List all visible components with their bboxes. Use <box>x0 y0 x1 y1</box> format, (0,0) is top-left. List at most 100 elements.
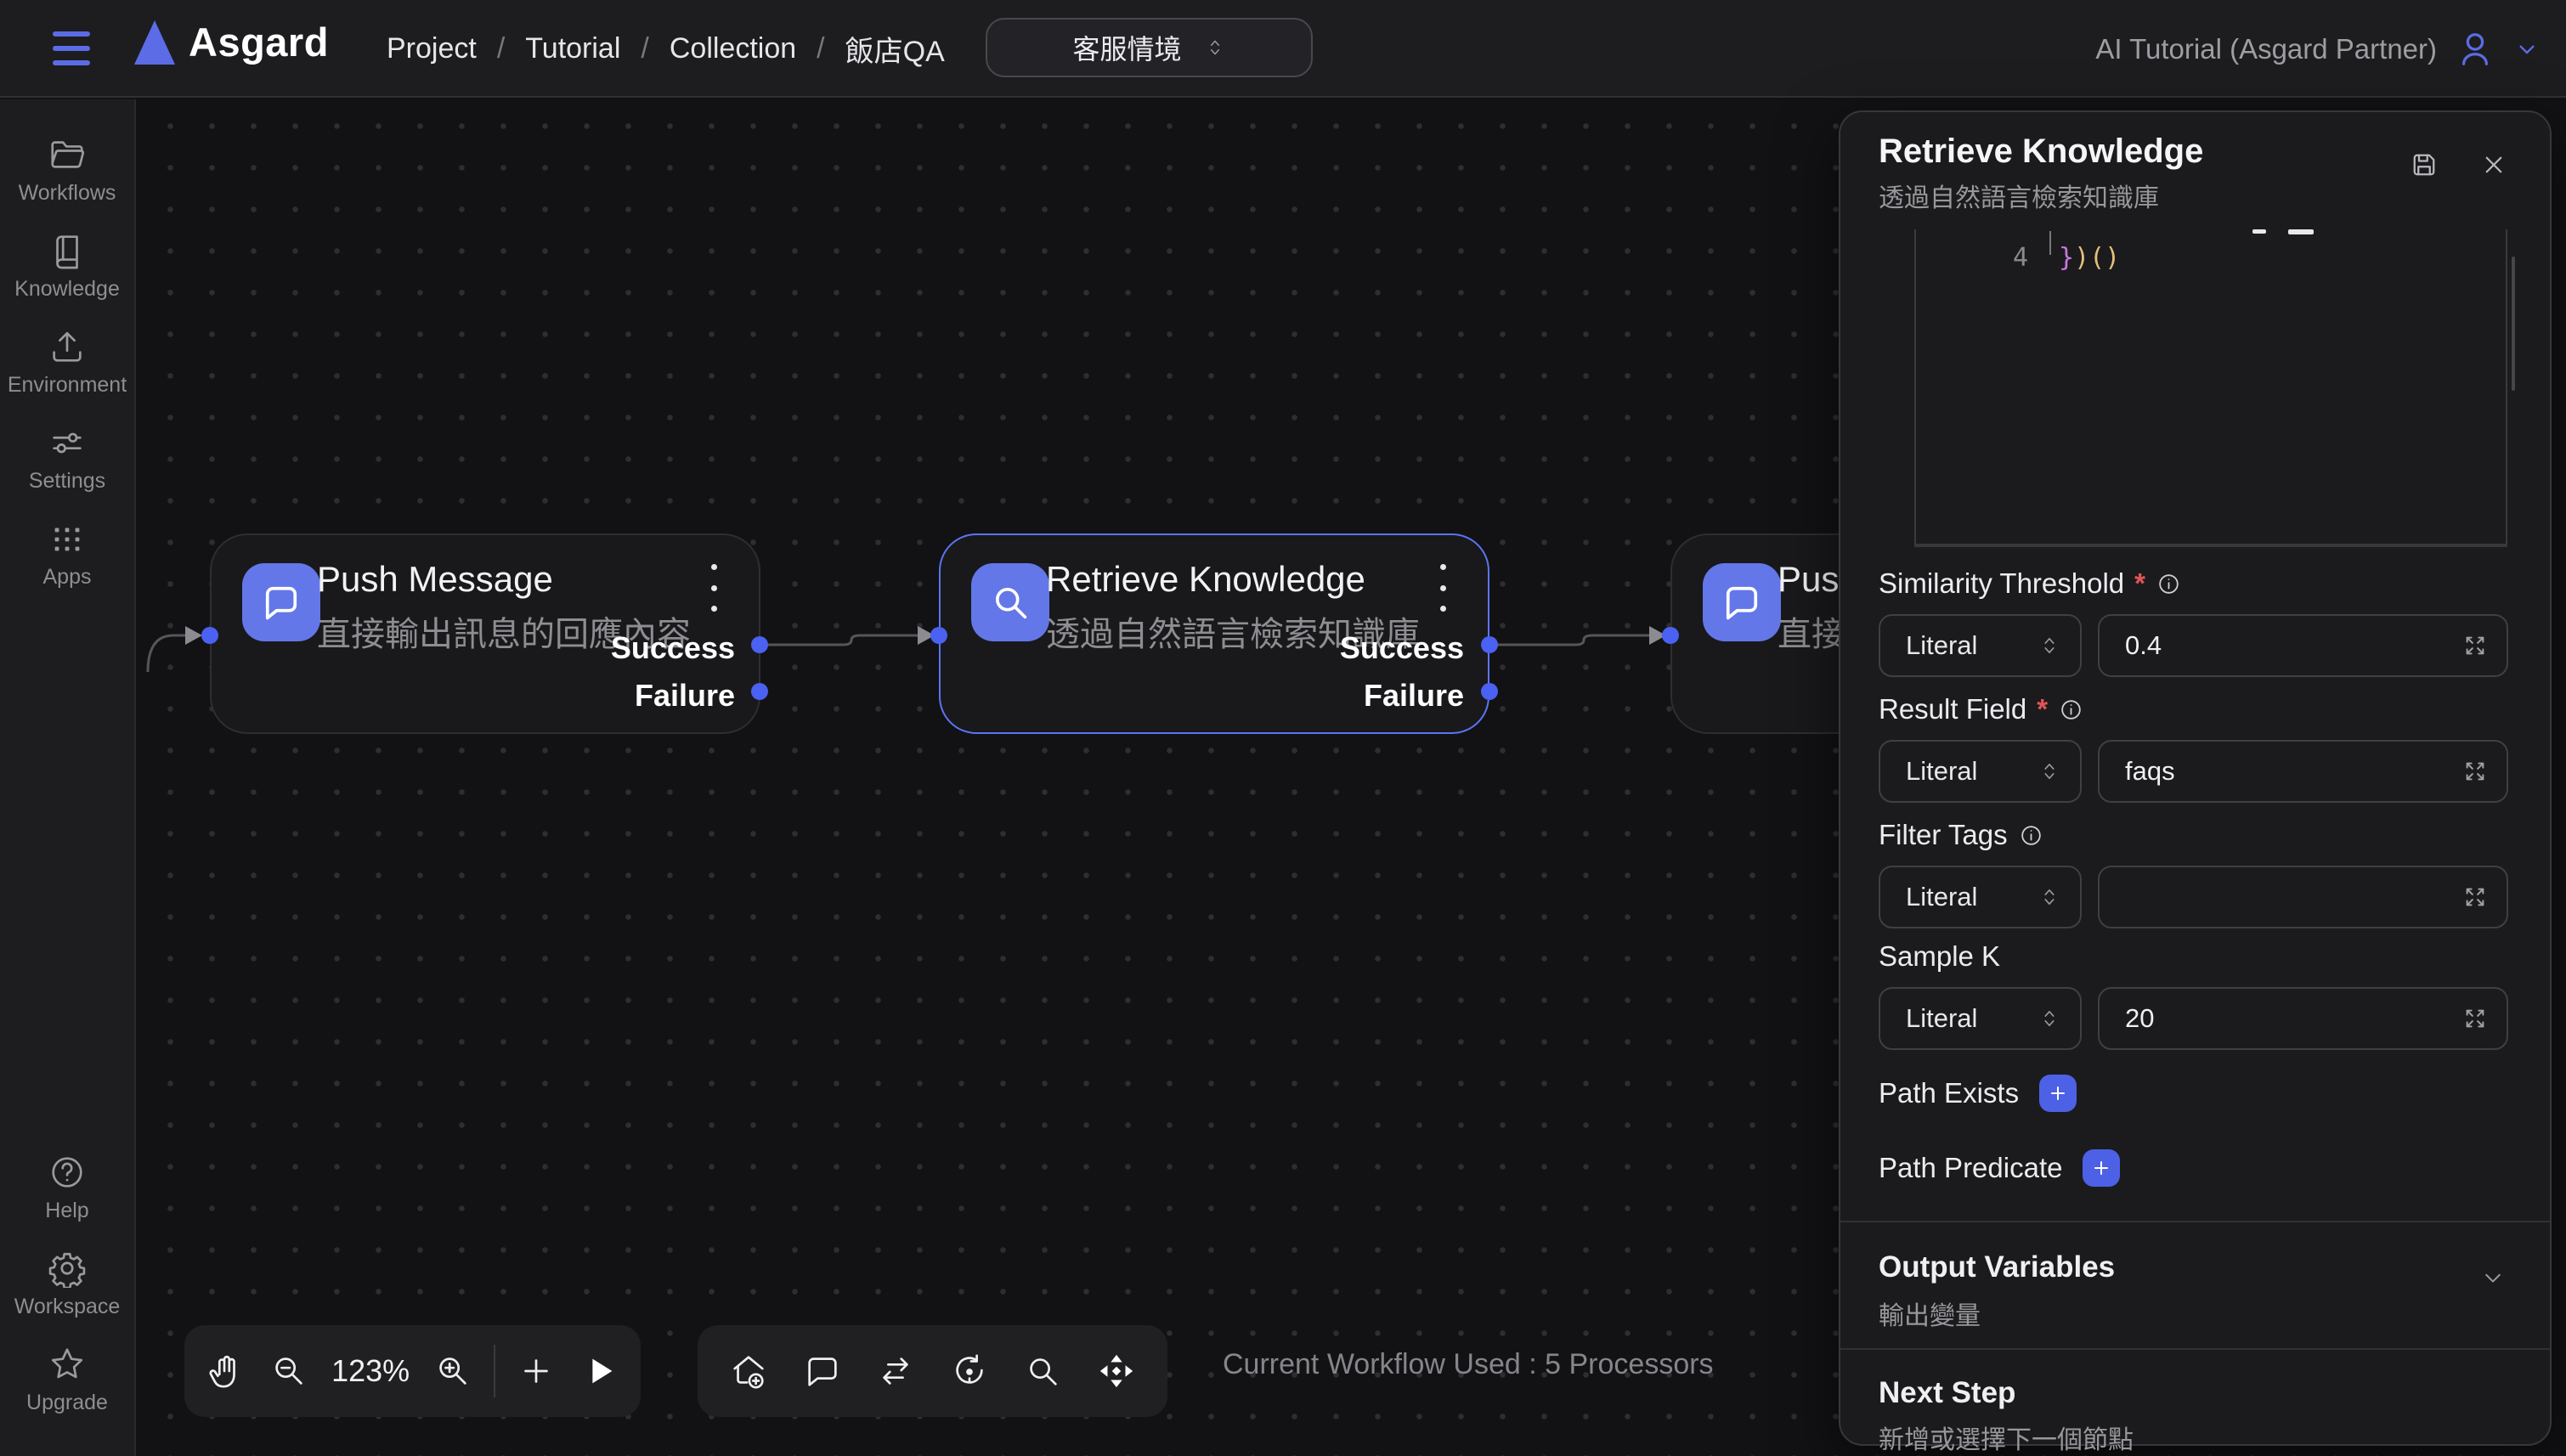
info-icon[interactable] <box>2156 571 2182 597</box>
zoom-in-icon[interactable] <box>431 1349 475 1393</box>
sidebar-label: Workspace <box>14 1295 121 1319</box>
breadcrumb-project[interactable]: Project <box>387 32 477 65</box>
mode-select[interactable]: Literal <box>1879 614 2082 677</box>
mode-select[interactable]: Literal <box>1879 866 2082 928</box>
sidebar-item-help[interactable]: Help <box>0 1153 135 1223</box>
breadcrumb-tutorial[interactable]: Tutorial <box>525 32 620 65</box>
sidebar-item-upgrade[interactable]: Upgrade <box>0 1345 135 1415</box>
user-icon <box>2456 30 2495 69</box>
field-result-field: Result Field * Literal faqs <box>1879 692 2508 803</box>
sidebar-label: Help <box>45 1199 88 1223</box>
restart-idea-icon[interactable] <box>947 1349 992 1393</box>
sidebar-item-environment[interactable]: Environment <box>0 327 135 398</box>
fit-view-icon[interactable] <box>1094 1349 1139 1393</box>
zoom-out-icon[interactable] <box>267 1349 311 1393</box>
chevron-down-icon <box>2513 36 2541 63</box>
breadcrumb-collection[interactable]: Collection <box>670 32 796 65</box>
chevron-down-icon[interactable] <box>2478 1264 2507 1293</box>
run-play-icon[interactable] <box>578 1349 622 1393</box>
comment-icon[interactable] <box>800 1349 845 1393</box>
sidebar-item-settings[interactable]: Settings <box>0 423 135 494</box>
gear-icon <box>48 1249 87 1288</box>
mode-select[interactable]: Literal <box>1879 740 2082 803</box>
node-output-success[interactable]: Success <box>1340 630 1464 666</box>
swap-arrows-icon[interactable] <box>873 1349 918 1393</box>
adder-label: Path Predicate <box>1879 1152 2062 1184</box>
breadcrumb: Project / Tutorial / Collection / 飯店QA <box>387 0 945 98</box>
breadcrumb-separator: / <box>641 32 648 65</box>
canvas-zoom-toolbar: 123% <box>184 1325 641 1417</box>
chevron-updown-icon <box>2038 885 2061 909</box>
environment-select[interactable]: 客服情境 <box>986 18 1313 77</box>
add-path-predicate-button[interactable] <box>2083 1149 2120 1187</box>
value-input[interactable] <box>2098 866 2508 928</box>
value-input[interactable]: faqs <box>2098 740 2508 803</box>
mode-select-value: Literal <box>1906 882 1977 912</box>
sidebar-label: Knowledge <box>14 277 120 302</box>
menu-hamburger-icon[interactable] <box>53 28 93 69</box>
sidebar-item-workspace[interactable]: Workspace <box>0 1249 135 1319</box>
expand-icon[interactable] <box>2462 633 2488 658</box>
panel-divider <box>1840 1221 2550 1222</box>
star-icon <box>48 1345 87 1384</box>
clipped-code-fragment <box>2252 229 2266 234</box>
panel-divider <box>1840 1348 2550 1350</box>
canvas-tools-toolbar <box>698 1325 1167 1417</box>
node-output-failure[interactable]: Failure <box>635 678 735 714</box>
sidebar-item-workflows[interactable]: Workflows <box>0 135 135 206</box>
chat-bubble-icon <box>242 563 320 641</box>
field-label: Sample K <box>1879 940 2000 973</box>
code-scrollbar-thumb[interactable] <box>2512 257 2515 391</box>
field-label: Result Field <box>1879 693 2026 725</box>
output-variables-title: Output Variables <box>1879 1250 2115 1284</box>
save-icon[interactable] <box>2409 150 2439 180</box>
info-icon[interactable] <box>2018 822 2044 849</box>
expand-icon[interactable] <box>2462 1006 2488 1031</box>
sidebar-item-apps[interactable]: Apps <box>0 519 135 590</box>
adder-label: Path Exists <box>1879 1077 2019 1109</box>
value-text: faqs <box>2125 756 2175 787</box>
node-menu-kebab-icon[interactable] <box>708 564 720 612</box>
expand-icon[interactable] <box>2462 884 2488 910</box>
breadcrumb-current[interactable]: 飯店QA <box>845 28 945 70</box>
sidebar-item-knowledge[interactable]: Knowledge <box>0 231 135 302</box>
code-line-4: 4 })() <box>1916 229 2506 275</box>
next-step-subtitle: 新增或選擇下一個節點 <box>1879 1419 2134 1456</box>
pan-hand-icon[interactable] <box>203 1349 247 1393</box>
node-retrieve-knowledge[interactable]: Retrieve Knowledge 透過自然語言檢索知識庫 Success F… <box>939 533 1489 734</box>
topbar: Asgard Project / Tutorial / Collection /… <box>0 0 2566 98</box>
field-filter-tags: Filter Tags Literal <box>1879 818 2508 928</box>
panel-subtitle: 透過自然語言檢索知識庫 <box>1879 177 2159 214</box>
info-icon[interactable] <box>2058 697 2084 723</box>
node-menu-kebab-icon[interactable] <box>1437 564 1449 612</box>
node-output-failure[interactable]: Failure <box>1364 678 1464 714</box>
chevron-updown-icon <box>1204 37 1226 59</box>
add-path-exists-button[interactable] <box>2039 1075 2077 1112</box>
value-input[interactable]: 0.4 <box>2098 614 2508 677</box>
book-icon <box>48 231 87 270</box>
sidebar-label: Settings <box>29 469 105 494</box>
required-asterisk: * <box>2037 693 2048 725</box>
sidebar-label: Upgrade <box>26 1391 108 1415</box>
add-icon[interactable] <box>514 1349 558 1393</box>
close-icon[interactable] <box>2478 150 2509 180</box>
search-canvas-icon[interactable] <box>1020 1349 1065 1393</box>
mode-select[interactable]: Literal <box>1879 987 2082 1050</box>
chevron-updown-icon <box>2038 1007 2061 1030</box>
zoom-level: 123% <box>330 1353 411 1389</box>
sidebar-label: Workflows <box>19 181 116 206</box>
node-output-success[interactable]: Success <box>611 630 735 666</box>
field-label: Filter Tags <box>1879 819 2008 851</box>
add-home-node-icon[interactable] <box>726 1349 771 1393</box>
upload-icon <box>48 327 87 366</box>
code-token: )() <box>2074 243 2120 273</box>
node-title: Retrieve Knowledge <box>1046 559 1365 600</box>
path-exists-row: Path Exists <box>1879 1075 2077 1112</box>
account-menu[interactable]: AI Tutorial (Asgard Partner) <box>2095 0 2541 98</box>
node-push-message-1[interactable]: Push Message 直接輸出訊息的回應內容 Success Failure <box>210 533 760 734</box>
value-input[interactable]: 20 <box>2098 987 2508 1050</box>
expand-icon[interactable] <box>2462 759 2488 784</box>
code-editor[interactable]: 4 })() <box>1914 229 2507 547</box>
field-sample-k: Sample K Literal 20 <box>1879 940 2508 1050</box>
sidebar-label: Apps <box>43 565 92 590</box>
